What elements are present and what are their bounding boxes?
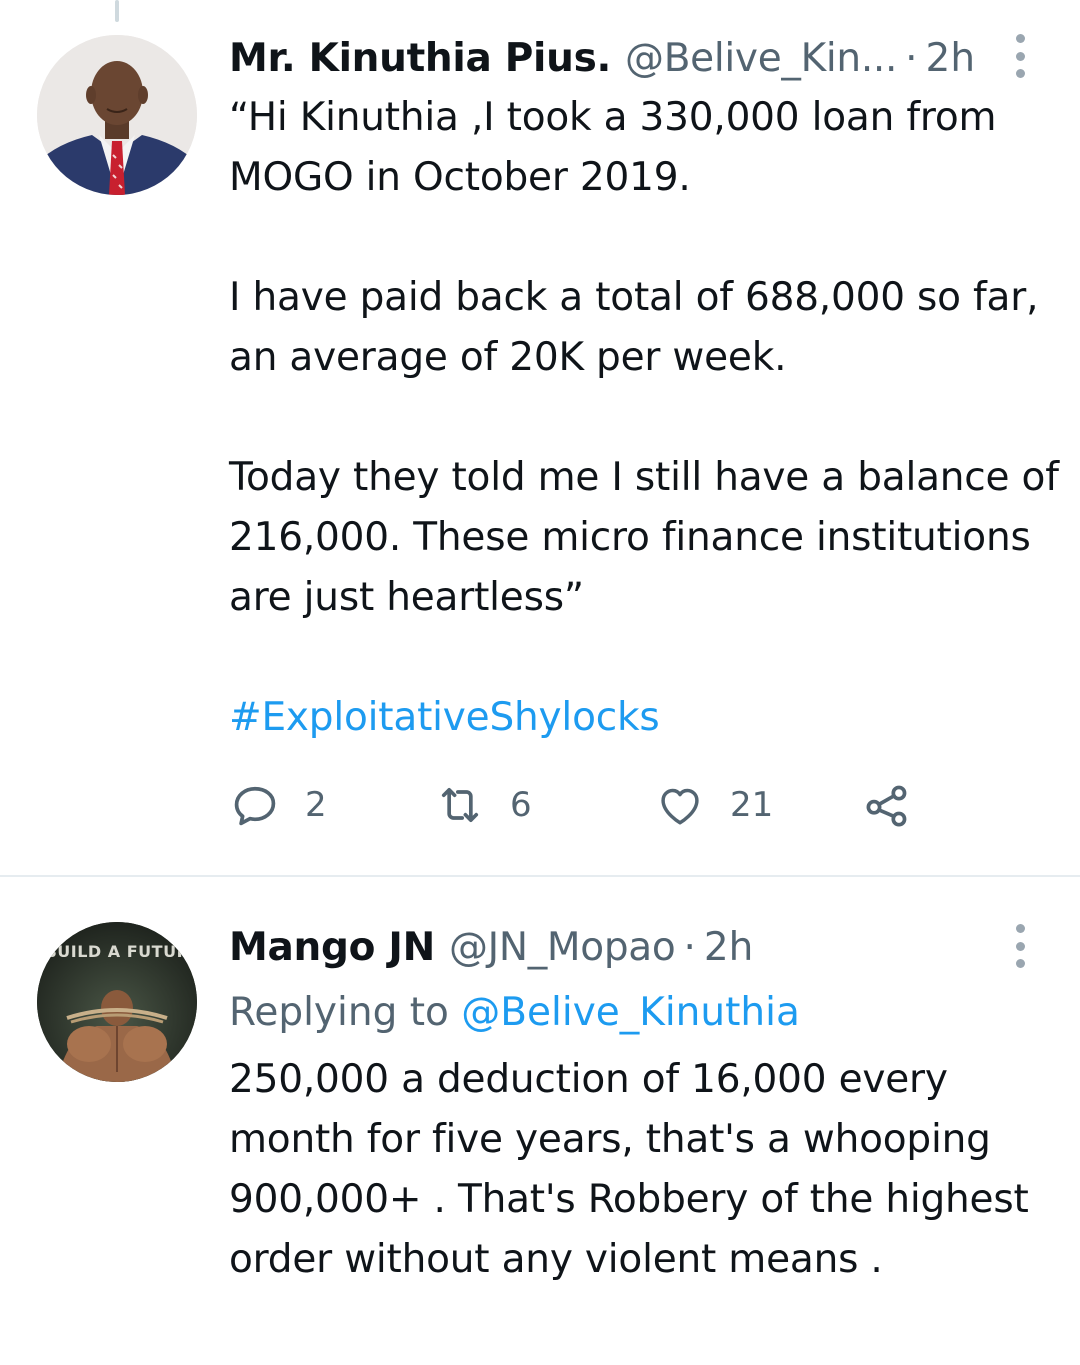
avatar[interactable] — [37, 35, 197, 195]
mention-link[interactable]: @Belive_Kinuthia — [461, 990, 800, 1035]
tweet-header: Mango JN @JN_Mopao · 2h — [229, 917, 1046, 977]
avatar-caption: BUILD A FUTUR — [44, 942, 190, 961]
more-icon-dot — [1015, 959, 1025, 968]
separator-dot: · — [905, 35, 918, 81]
share-button[interactable] — [861, 775, 913, 835]
user-handle[interactable]: @Belive_Kin... — [625, 36, 897, 81]
like-button[interactable]: 21 — [654, 775, 773, 835]
hashtag-link[interactable]: #ExploitativeShylocks — [229, 688, 1060, 748]
timestamp[interactable]: 2h — [704, 925, 754, 970]
more-icon — [1015, 924, 1025, 933]
avatar-photo — [37, 35, 197, 195]
action-bar: 2 6 21 — [229, 775, 949, 835]
tweet[interactable]: Mr. Kinuthia Pius. @Belive_Kin... · 2h “… — [0, 0, 1080, 876]
tweet-paragraph: Today they told me I still have a balanc… — [229, 455, 1059, 620]
tweet-text: 250,000 a deduction of 16,000 every mont… — [229, 1057, 1029, 1282]
avatar[interactable]: BUILD A FUTUR — [37, 922, 197, 1082]
reply-button[interactable]: 2 — [229, 775, 327, 835]
reply-count: 2 — [305, 785, 327, 825]
more-options-button[interactable] — [1008, 924, 1032, 968]
replying-to: Replying to @Belive_Kinuthia — [229, 983, 800, 1043]
retweet-icon — [441, 787, 479, 823]
separator-dot: · — [683, 924, 696, 970]
retweet-button[interactable]: 6 — [434, 775, 532, 835]
tweet-text: “Hi Kinuthia ,I took a 330,000 loan from… — [229, 88, 1060, 748]
user-handle[interactable]: @JN_Mopao — [449, 925, 676, 970]
tweet-paragraph: I have paid back a total of 688,000 so f… — [229, 275, 1039, 380]
replying-label: Replying to — [229, 990, 449, 1035]
more-icon-dot — [1015, 941, 1025, 951]
timestamp[interactable]: 2h — [926, 36, 976, 81]
tweet-header: Mr. Kinuthia Pius. @Belive_Kin... · 2h — [229, 28, 1046, 88]
tweet[interactable]: BUILD A FUTUR Mango JN @JN_Mopao · 2h Re… — [0, 877, 1080, 1365]
more-icon-dot — [1015, 51, 1025, 61]
reply-icon — [234, 786, 276, 826]
retweet-count: 6 — [510, 785, 532, 825]
display-name[interactable]: Mango JN — [229, 925, 435, 970]
tweet-paragraph: “Hi Kinuthia ,I took a 330,000 loan from… — [229, 95, 997, 200]
share-icon — [866, 785, 907, 827]
more-options-button[interactable] — [1008, 34, 1032, 78]
more-icon — [1015, 34, 1025, 43]
display-name[interactable]: Mr. Kinuthia Pius. — [229, 36, 611, 81]
like-count: 21 — [730, 785, 774, 825]
more-icon-dot — [1015, 69, 1025, 78]
like-icon — [661, 788, 699, 825]
